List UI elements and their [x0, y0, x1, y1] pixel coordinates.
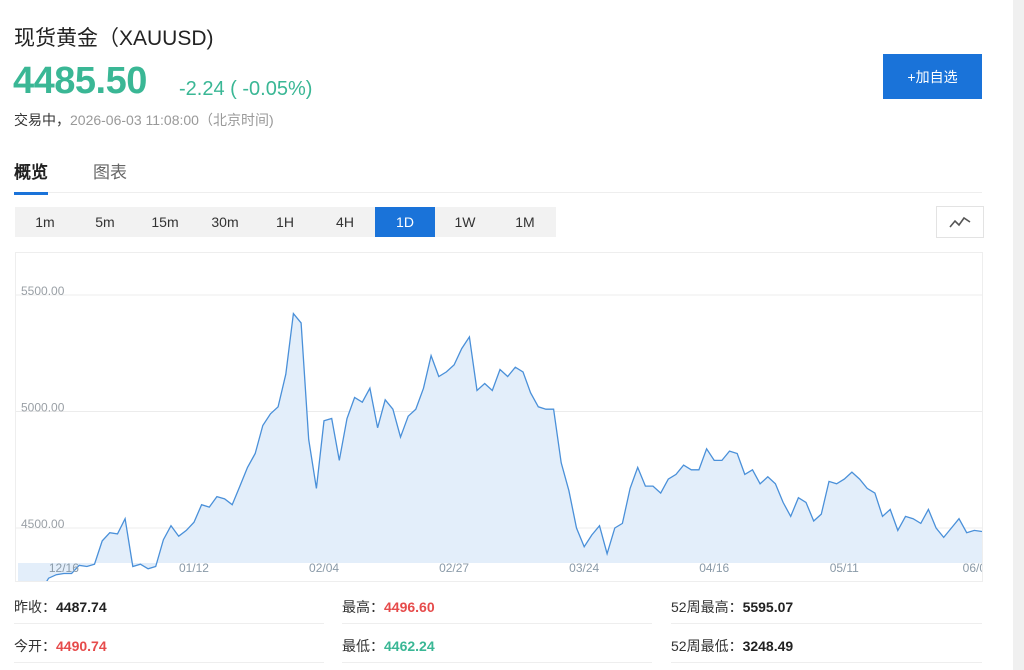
- period-1h[interactable]: 1H: [255, 207, 315, 237]
- stat-label: 最低：: [342, 637, 384, 654]
- stat-open: 今开： 4490.74: [14, 629, 324, 663]
- page-title: 现货黄金（XAUUSD): [14, 27, 214, 50]
- x-tick-label: 03/24: [569, 561, 599, 575]
- x-tick-label: 05/11: [830, 561, 859, 575]
- stat-label: 最高：: [342, 598, 384, 615]
- period-1mo[interactable]: 1M: [495, 207, 555, 237]
- stat-value: 4462.24: [384, 637, 435, 654]
- x-tick-label: 01/12: [179, 561, 209, 575]
- line-chart-icon: [949, 216, 971, 228]
- trade-status: 交易中，2026-06-03 11:08:00（北京时间): [14, 110, 274, 130]
- stat-low: 最低： 4462.24: [342, 629, 652, 663]
- price-chart-svg: 4500.00 5000.00 5500.00 12/16 01/12 02/04 02/2…: [16, 284, 983, 581]
- stat-value: 4487.74: [56, 598, 107, 615]
- period-1m[interactable]: 1m: [15, 207, 75, 237]
- stat-52w-high: 52周最高： 5595.07: [671, 590, 982, 624]
- stat-value: 3248.49: [742, 637, 794, 654]
- period-1d[interactable]: 1D: [375, 207, 435, 237]
- trade-status-label: 交易中，: [14, 112, 70, 128]
- stat-label: 今开：: [14, 637, 56, 654]
- add-to-watchlist-button[interactable]: +加自选: [883, 54, 982, 99]
- stat-label: 52周最高：: [671, 598, 743, 615]
- price-change: -2.24 ( -0.05%): [179, 78, 313, 100]
- x-tick-label: 02/04: [309, 561, 339, 575]
- stat-value: 5595.07: [742, 598, 794, 615]
- trade-timestamp: 2026-06-03 11:08:00（北京时间): [70, 112, 274, 128]
- stat-high: 最高： 4496.60: [342, 590, 652, 624]
- current-price: 4485.50: [13, 60, 147, 102]
- x-tick-label: 02/27: [439, 561, 469, 575]
- x-tick-label: 06/0: [963, 561, 983, 575]
- stat-52w-low: 52周最低： 3248.49: [671, 629, 982, 663]
- x-tick-label: 12/16: [49, 561, 79, 575]
- period-selector: 1m 5m 15m 30m 1H 4H 1D 1W 1M: [15, 207, 556, 237]
- period-30m[interactable]: 30m: [195, 207, 255, 237]
- stat-prev-close: 昨收： 4487.74: [14, 590, 324, 624]
- y-tick-label: 5500.00: [21, 284, 65, 298]
- y-tick-label: 4500.00: [21, 517, 65, 531]
- price-chart[interactable]: 4500.00 5000.00 5500.00 12/16 01/12 02/04 02/2…: [15, 252, 983, 582]
- tab-bar: 概览 图表: [14, 152, 982, 195]
- stat-label: 昨收：: [14, 598, 56, 615]
- y-tick-label: 5000.00: [21, 400, 65, 414]
- scrollbar-track[interactable]: [1013, 0, 1024, 670]
- stat-label: 52周最低：: [671, 637, 743, 654]
- stat-value: 4496.60: [384, 598, 435, 615]
- period-1w[interactable]: 1W: [435, 207, 495, 237]
- stats-table: 昨收： 4487.74 最高： 4496.60 52周最高： 5595.07 今开： 4…: [14, 590, 982, 668]
- stats-row: 今开： 4490.74 最低： 4462.24 52周最低： 3248.49: [14, 629, 982, 668]
- period-5m[interactable]: 5m: [75, 207, 135, 237]
- tab-chart[interactable]: 图表: [93, 158, 127, 192]
- chart-type-button[interactable]: [936, 206, 984, 238]
- period-4h[interactable]: 4H: [315, 207, 375, 237]
- stats-row: 昨收： 4487.74 最高： 4496.60 52周最高： 5595.07: [14, 590, 982, 629]
- period-15m[interactable]: 15m: [135, 207, 195, 237]
- x-tick-label: 04/16: [699, 561, 729, 575]
- stat-value: 4490.74: [56, 637, 107, 654]
- tab-overview[interactable]: 概览: [14, 158, 48, 195]
